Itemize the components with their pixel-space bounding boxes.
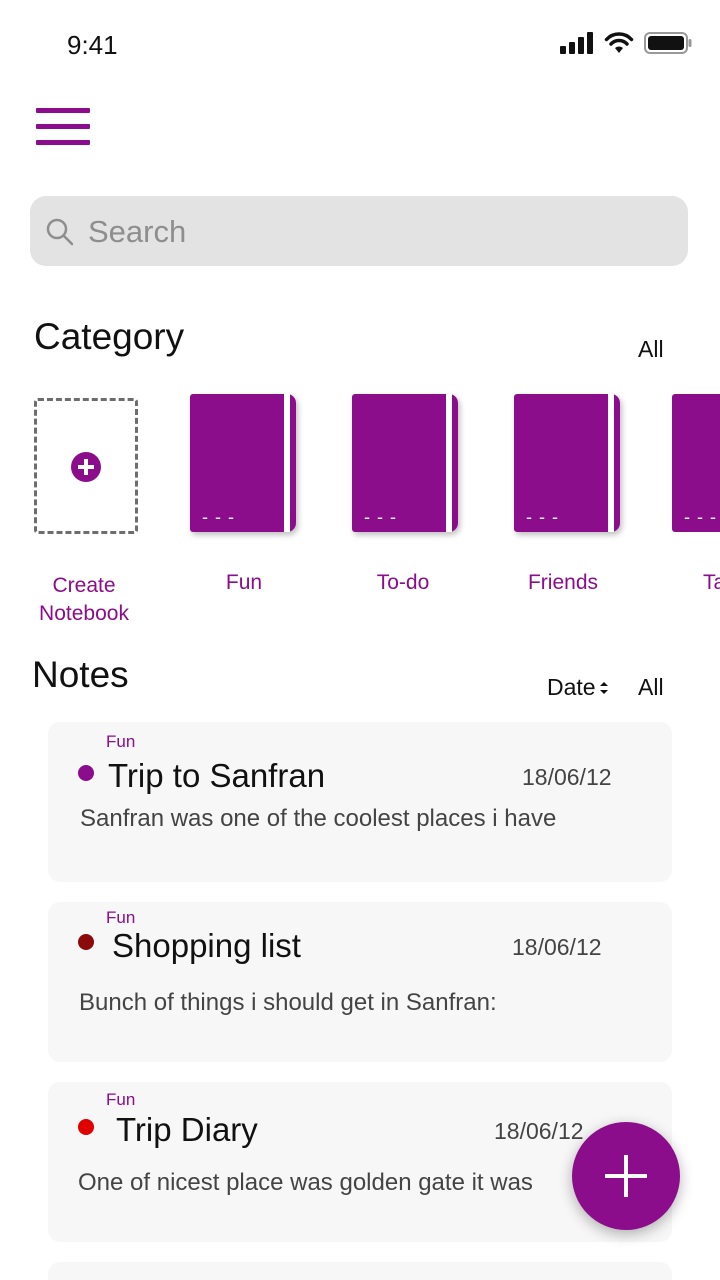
- notebook-band: [284, 394, 290, 532]
- notebook-band: [446, 394, 452, 532]
- note-snippet: Sanfran was one of the coolest places i …: [80, 805, 557, 832]
- notebook-band: [608, 394, 614, 532]
- category-all-link[interactable]: All: [638, 336, 664, 363]
- signal-icon: [560, 32, 593, 54]
- create-notebook-label[interactable]: Create Notebook: [22, 572, 146, 628]
- note-title: Trip to Sanfran: [108, 757, 326, 794]
- add-circle-icon: [71, 452, 101, 482]
- note-date: 18/06/12: [512, 934, 602, 960]
- note-title: Trip Diary: [116, 1111, 258, 1148]
- note-card[interactable]: Fun Trip to Sanfran 18/06/12 Sanfran was…: [48, 722, 672, 882]
- notebook-to-do[interactable]: - - -: [352, 394, 458, 532]
- notes-title: Notes: [32, 654, 129, 695]
- status-icons: [560, 32, 692, 54]
- note-color-dot: [78, 934, 94, 950]
- notebook-label-fun[interactable]: Fun: [184, 571, 304, 595]
- battery-icon: [644, 32, 692, 54]
- note-snippet: Bunch of things i should get in Sanfran:: [79, 989, 497, 1016]
- notebook-fun[interactable]: - - -: [190, 394, 296, 532]
- notebook-label-to-do[interactable]: To-do: [343, 571, 463, 595]
- notes-all-link[interactable]: All: [638, 674, 664, 701]
- note-snippet: One of nicest place was golden gate it w…: [78, 1169, 533, 1196]
- create-notebook-button[interactable]: [34, 398, 138, 534]
- note-card[interactable]: Fun Shopping list 18/06/12 Bunch of thin…: [48, 902, 672, 1062]
- add-note-button[interactable]: [572, 1122, 680, 1230]
- note-date: 18/06/12: [494, 1118, 584, 1144]
- note-color-dot: [78, 1119, 94, 1135]
- hamburger-menu-icon[interactable]: [36, 108, 90, 146]
- notebook-partial[interactable]: - - -: [672, 394, 720, 532]
- wifi-icon: [604, 32, 634, 53]
- note-card-partial[interactable]: [48, 1262, 672, 1280]
- category-title: Category: [34, 316, 185, 357]
- search-input[interactable]: [88, 210, 648, 254]
- note-color-dot: [78, 765, 94, 781]
- notebook-dashes: - - -: [202, 507, 235, 527]
- sort-date-label: Date: [547, 674, 596, 700]
- note-category: Fun: [106, 908, 136, 927]
- sort-arrows-icon: [599, 681, 608, 694]
- note-category: Fun: [106, 732, 136, 751]
- note-category: Fun: [106, 1090, 136, 1109]
- notebook-dashes: - - -: [364, 507, 397, 527]
- create-notebook-label-line1: Create: [52, 574, 116, 597]
- note-title: Shopping list: [112, 927, 301, 964]
- search-icon: [46, 218, 74, 246]
- notebook-label-friends[interactable]: Friends: [503, 571, 623, 595]
- notebook-label-partial[interactable]: Ta: [703, 571, 720, 595]
- notebook-dashes: - - -: [526, 507, 559, 527]
- create-notebook-label-line2: Notebook: [39, 602, 129, 625]
- notebook-friends[interactable]: - - -: [514, 394, 620, 532]
- sort-by-date-button[interactable]: Date: [547, 674, 608, 701]
- note-date: 18/06/12: [522, 764, 612, 790]
- notebook-dashes: - - -: [684, 507, 717, 527]
- status-time: 9:41: [67, 30, 118, 60]
